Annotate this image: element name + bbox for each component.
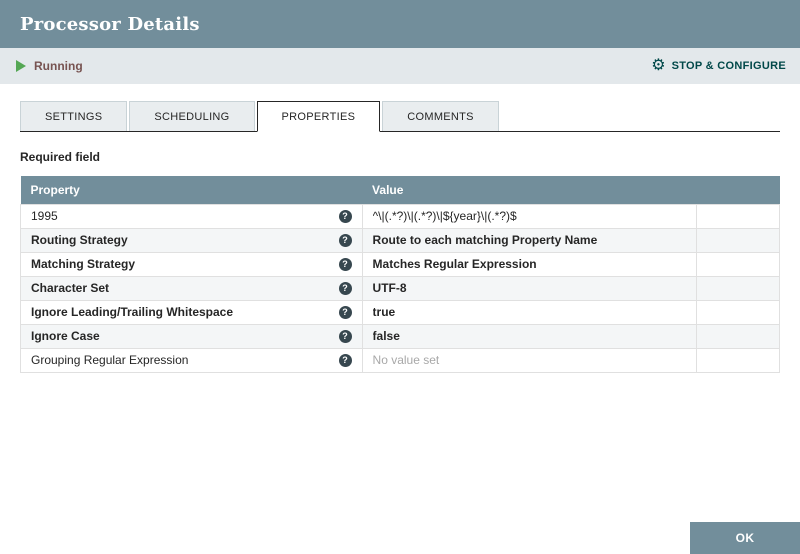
- properties-table-body: 1995 ? ^\|(.*?)\|(.*?)\|${year}\|(.*?)$ …: [20, 203, 780, 373]
- property-value: Route to each matching Property Name: [372, 233, 598, 247]
- status-bar: Running ⚙ STOP & CONFIGURE: [0, 48, 800, 84]
- property-value: false: [372, 329, 400, 343]
- stop-configure-gear-icon: ⚙: [651, 57, 666, 74]
- tab-bar: SETTINGS SCHEDULING PROPERTIES COMMENTS: [20, 101, 780, 132]
- help-icon[interactable]: ?: [338, 209, 352, 223]
- column-header-value: Value: [362, 176, 696, 204]
- dialog-content: SETTINGS SCHEDULING PROPERTIES COMMENTS …: [0, 84, 800, 373]
- table-row: Matching Strategy ? Matches Regular Expr…: [20, 251, 780, 277]
- stop-configure-label: STOP & CONFIGURE: [671, 60, 786, 72]
- running-play-icon: [16, 60, 26, 72]
- table-header-row: Property Value: [20, 176, 780, 204]
- help-icon[interactable]: ?: [338, 305, 352, 319]
- help-icon[interactable]: ?: [338, 233, 352, 247]
- empty-cell: [695, 299, 780, 325]
- property-name: Ignore Leading/Trailing Whitespace: [31, 305, 234, 319]
- help-icon[interactable]: ?: [338, 353, 352, 367]
- tab-scheduling[interactable]: SCHEDULING: [129, 101, 255, 131]
- processor-state: Running: [16, 59, 83, 73]
- stop-configure-button[interactable]: ⚙ STOP & CONFIGURE: [651, 58, 786, 74]
- empty-cell: [695, 251, 780, 277]
- table-row: Routing Strategy ? Route to each matchin…: [20, 227, 780, 253]
- dialog-title: Processor Details: [20, 13, 200, 35]
- column-header-extra: [696, 176, 780, 204]
- running-state-label: Running: [34, 59, 83, 73]
- property-value: Matches Regular Expression: [372, 257, 537, 271]
- help-icon[interactable]: ?: [338, 281, 352, 295]
- empty-cell: [695, 347, 780, 373]
- table-row: Grouping Regular Expression ? No value s…: [20, 347, 780, 373]
- column-header-property: Property: [20, 176, 363, 204]
- processor-details-dialog: Processor Details Running ⚙ STOP & CONFI…: [0, 0, 800, 554]
- empty-cell: [695, 275, 780, 301]
- table-row: Ignore Leading/Trailing Whitespace ? tru…: [20, 299, 780, 325]
- property-value: No value set: [372, 353, 440, 367]
- property-name: Character Set: [31, 281, 110, 295]
- property-value: true: [372, 305, 396, 319]
- required-field-label: Required field: [20, 150, 101, 164]
- help-icon[interactable]: ?: [338, 257, 352, 271]
- help-icon[interactable]: ?: [338, 329, 352, 343]
- property-value: UTF-8: [372, 281, 407, 295]
- property-name: Ignore Case: [31, 329, 100, 343]
- ok-button[interactable]: OK: [690, 522, 800, 554]
- empty-cell: [695, 203, 780, 229]
- empty-cell: [695, 227, 780, 253]
- property-name: 1995: [31, 209, 58, 223]
- table-row: 1995 ? ^\|(.*?)\|(.*?)\|${year}\|(.*?)$: [20, 203, 780, 229]
- empty-cell: [695, 323, 780, 349]
- tab-comments[interactable]: COMMENTS: [382, 101, 499, 131]
- property-name: Matching Strategy: [31, 257, 136, 271]
- properties-table: Property Value 1995 ? ^\|(.*?)\|(.*?)\|$…: [20, 176, 780, 373]
- dialog-header: Processor Details: [0, 0, 800, 48]
- table-row: Ignore Case ? false: [20, 323, 780, 349]
- tab-settings[interactable]: SETTINGS: [20, 101, 128, 131]
- property-value: ^\|(.*?)\|(.*?)\|${year}\|(.*?)$: [372, 209, 517, 223]
- table-row: Character Set ? UTF-8: [20, 275, 780, 301]
- tab-properties[interactable]: PROPERTIES: [256, 101, 381, 132]
- property-name: Routing Strategy: [31, 233, 128, 247]
- property-name: Grouping Regular Expression: [31, 353, 189, 367]
